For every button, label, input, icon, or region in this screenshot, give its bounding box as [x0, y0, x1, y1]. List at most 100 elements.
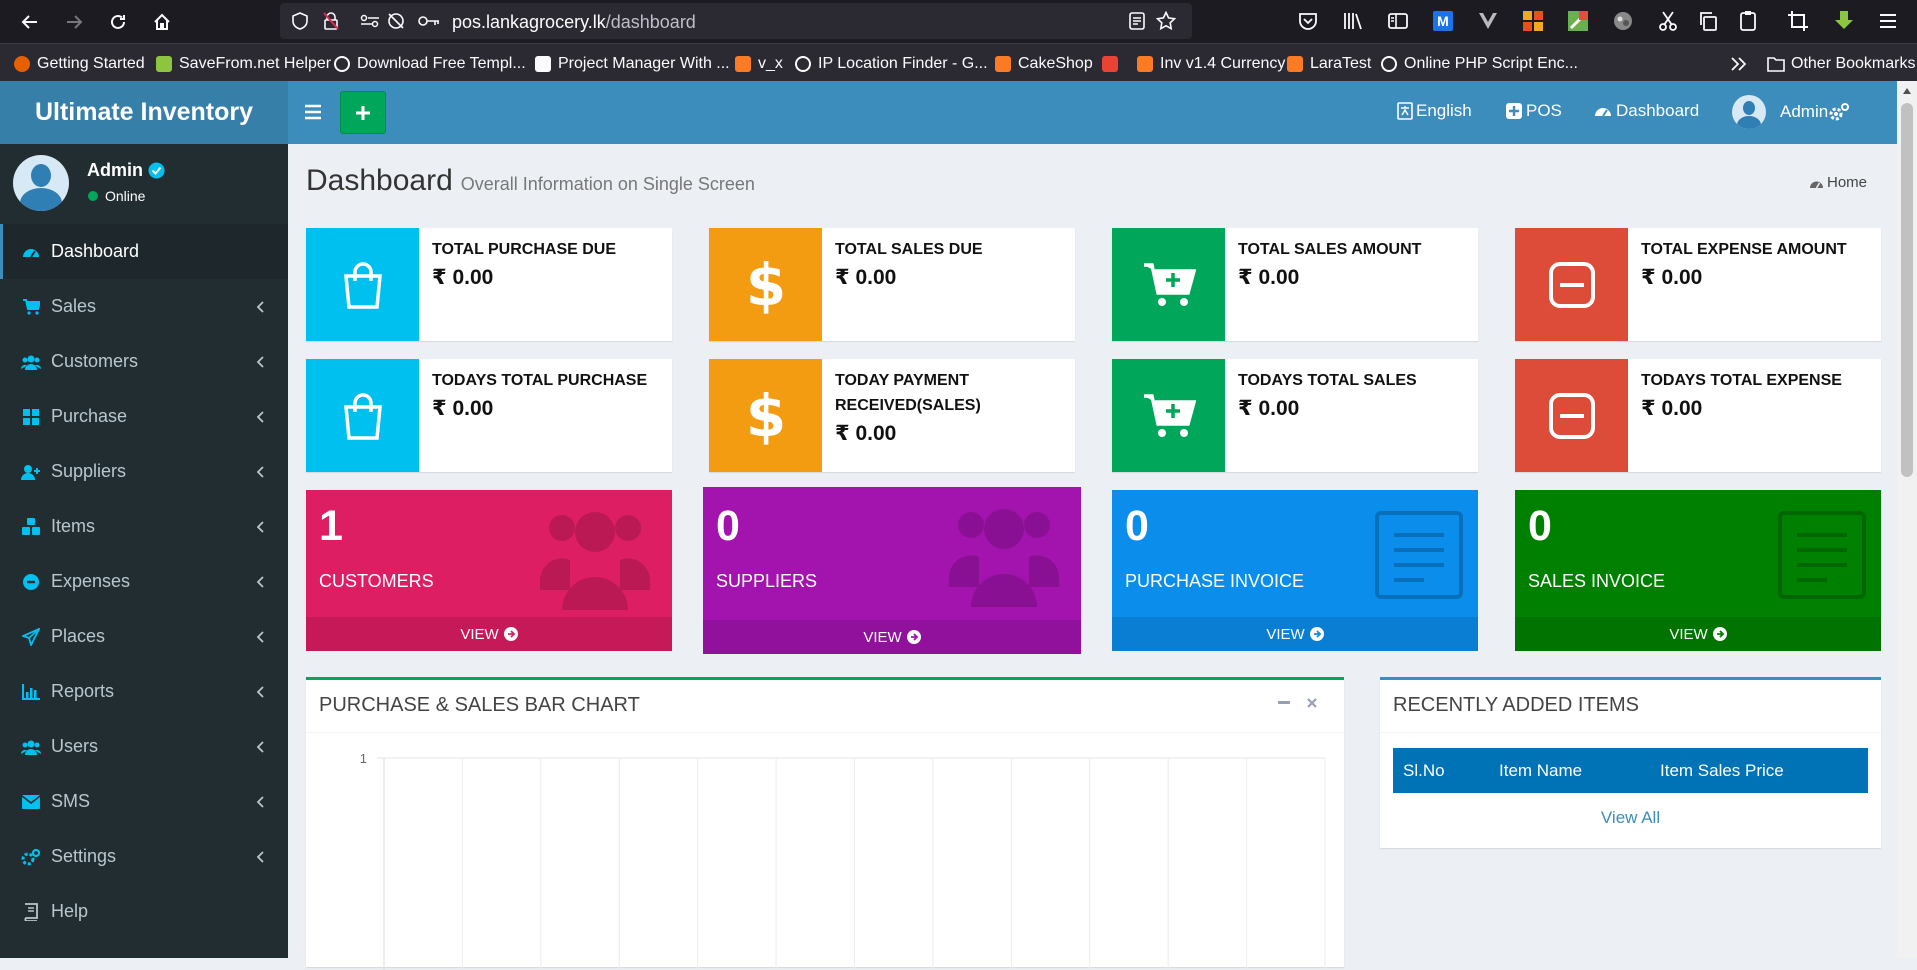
view-link-label: VIEW: [1266, 625, 1305, 643]
key-icon[interactable]: [418, 13, 440, 29]
bookmark-getting-started[interactable]: Getting Started: [14, 54, 145, 74]
bookmark-laratest[interactable]: LaraTest: [1287, 54, 1371, 74]
bookmark-php-script[interactable]: Online PHP Script Enc...: [1381, 54, 1578, 74]
bookmark-savefrom[interactable]: SaveFrom.net Helper: [156, 54, 331, 74]
sidebar-item-sales[interactable]: Sales: [0, 279, 288, 334]
crop-icon[interactable]: [1787, 10, 1809, 32]
bookmark-star-icon[interactable]: [1156, 11, 1176, 31]
m-extension-icon[interactable]: M: [1432, 10, 1454, 32]
sidebar-item-customers[interactable]: Customers: [0, 334, 288, 389]
info-box-today-payment-received: $ TODAY PAYMENT RECEIVED(SALES) ₹ 0.00: [709, 359, 1075, 472]
xampp-icon: [995, 56, 1011, 72]
view-purchase-invoice-link[interactable]: VIEW: [1112, 617, 1478, 651]
url-text[interactable]: pos.lankagrocery.lk/dashboard: [452, 12, 696, 33]
bookmark-ip-location[interactable]: IP Location Finder - G...: [795, 54, 988, 74]
bookmark-download-templates[interactable]: Download Free Templ...: [334, 54, 526, 74]
close-icon[interactable]: [1307, 698, 1317, 708]
sidebar-item-expenses[interactable]: Expenses: [0, 554, 288, 609]
sidebar-item-items[interactable]: Items: [0, 499, 288, 554]
breadcrumb[interactable]: Home: [1809, 174, 1867, 191]
pos-link[interactable]: POS: [1506, 101, 1562, 121]
sidebar-item-reports[interactable]: Reports: [0, 664, 288, 719]
library-icon[interactable]: [1342, 10, 1364, 32]
reload-button[interactable]: [104, 8, 132, 36]
dashboard-label: Dashboard: [1616, 101, 1700, 120]
bookmark-project-manager[interactable]: Project Manager With ...: [535, 54, 730, 74]
sidebar-item-places[interactable]: Places: [0, 609, 288, 664]
hamburger-menu-icon[interactable]: [1877, 10, 1899, 32]
column-header-item-name[interactable]: Item Name: [1499, 761, 1582, 781]
pocket-icon[interactable]: [1297, 10, 1319, 32]
vue-devtools-icon[interactable]: [1477, 10, 1499, 32]
reader-view-icon[interactable]: [1128, 12, 1146, 30]
sidebar-item-help[interactable]: Help: [0, 884, 288, 939]
sidebar-item-label: Suppliers: [51, 461, 127, 481]
view-all-link[interactable]: View All: [1380, 808, 1881, 828]
chevron-left-icon: [256, 411, 264, 423]
bookmark-label: Project Manager With ...: [558, 55, 730, 72]
chevron-left-icon: [256, 521, 264, 533]
sidebar-item-users[interactable]: Users: [0, 719, 288, 774]
minus-square-icon: [1515, 228, 1628, 341]
shield-icon: [292, 12, 308, 30]
add-new-button[interactable]: [340, 91, 386, 134]
bookmark-cakeshop[interactable]: CakeShop: [995, 54, 1093, 74]
sidebar-item-label: Items: [51, 516, 96, 536]
column-header-sl-no[interactable]: Sl.No: [1403, 761, 1445, 781]
bookmark-inv-currency[interactable]: Inv v1.4 Currency: [1137, 54, 1285, 74]
lock-insecure-icon[interactable]: [323, 12, 339, 30]
scissors-icon[interactable]: [1657, 10, 1679, 32]
cogs-icon[interactable]: [1828, 102, 1850, 122]
view-suppliers-link[interactable]: VIEW: [703, 620, 1081, 654]
sidebar-item-sms[interactable]: SMS: [0, 774, 288, 829]
extension-grid-icon[interactable]: [1522, 10, 1544, 32]
sidebar-toggle-icon[interactable]: [304, 103, 322, 121]
browser-toolbar: pos.lankagrocery.lk/dashboard M: [0, 0, 1917, 43]
chevron-left-icon: [256, 796, 264, 808]
sidebar-item-label: Purchase: [51, 406, 128, 426]
view-sales-invoice-link[interactable]: VIEW: [1515, 617, 1881, 651]
bookmark-gmail[interactable]: [1102, 54, 1125, 74]
permissions-icon[interactable]: [360, 13, 380, 29]
sidebar-item-suppliers[interactable]: Suppliers: [0, 444, 288, 499]
home-button[interactable]: [148, 8, 176, 36]
chevron-left-icon: [256, 741, 264, 753]
brand-logo[interactable]: Ultimate Inventory: [0, 81, 288, 144]
green-download-icon[interactable]: [1833, 10, 1855, 32]
dashboard-icon: [1809, 181, 1823, 188]
small-box-sales-invoice: 0 SALES INVOICE VIEW: [1515, 490, 1881, 651]
page-title: Dashboard: [306, 164, 453, 197]
info-box-value: ₹ 0.00: [1238, 266, 1300, 289]
download-arrow-icon: [156, 56, 172, 72]
bookmark-v-x[interactable]: v_x: [735, 54, 783, 74]
scroll-up-icon[interactable]: [1902, 87, 1912, 95]
user-menu[interactable]: Admin: [1732, 95, 1828, 129]
url-bar[interactable]: pos.lankagrocery.lk/dashboard: [280, 3, 1192, 39]
users-icon: [21, 737, 41, 757]
page-scrollbar[interactable]: [1897, 81, 1917, 958]
bookmarks-overflow-button[interactable]: [1730, 54, 1748, 74]
view-customers-link[interactable]: VIEW: [306, 617, 672, 651]
other-bookmarks[interactable]: Other Bookmarks: [1767, 54, 1915, 74]
back-button[interactable]: [16, 8, 44, 36]
small-box-count: 0: [1125, 502, 1149, 550]
theme-icon[interactable]: [1612, 10, 1634, 32]
column-header-item-sales-price[interactable]: Item Sales Price: [1660, 761, 1784, 781]
dashboard-link[interactable]: Dashboard: [1594, 101, 1699, 121]
sidebar-item-purchase[interactable]: Purchase: [0, 389, 288, 444]
scroll-thumb[interactable]: [1901, 103, 1913, 477]
back-arrow-icon: [21, 14, 37, 29]
language-selector[interactable]: English: [1397, 101, 1472, 121]
collapse-minus-icon[interactable]: [1278, 701, 1290, 705]
camera-blocked-icon[interactable]: [386, 12, 406, 30]
clipboard-icon[interactable]: [1737, 10, 1759, 32]
sidebar-item-settings[interactable]: Settings: [0, 829, 288, 884]
top-navbar: English POS Dashboard Admin: [288, 81, 1897, 144]
copy-icon[interactable]: [1697, 10, 1719, 32]
colorzilla-icon[interactable]: [1567, 10, 1589, 32]
sidebar-item-dashboard[interactable]: Dashboard: [0, 224, 288, 279]
info-box-label: TODAYS TOTAL EXPENSE: [1641, 372, 1842, 389]
sidebar-user-status: Online: [88, 188, 145, 204]
forward-button[interactable]: [60, 8, 88, 36]
sidebar-toggle-icon[interactable]: [1387, 10, 1409, 32]
